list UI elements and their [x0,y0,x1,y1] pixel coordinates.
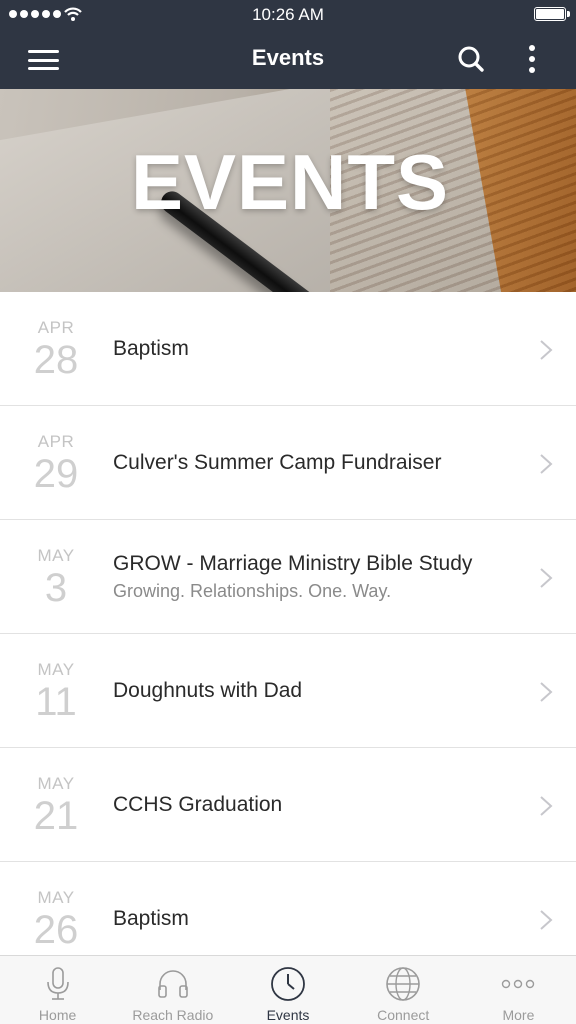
tab-label: Reach Radio [132,1007,214,1023]
tab-label: More [502,1007,535,1023]
chevron-right-icon [540,910,553,930]
more-options-icon[interactable] [520,43,544,75]
tab-label: Connect [377,1007,430,1023]
event-row[interactable]: MAY 11 Doughnuts with Dad [0,634,576,748]
event-month: APR [37,432,75,451]
event-date: APR 29 [14,432,98,494]
chevron-right-icon [540,682,553,702]
chevron-right-icon [540,568,553,588]
event-day: 21 [33,794,79,838]
event-month: MAY [37,888,75,907]
event-subtitle: Growing. Relationships. One. Way. [113,580,392,601]
tab-events[interactable]: Events [230,956,345,1024]
battery-icon [534,7,570,21]
tab-label: Home [38,1007,77,1023]
microphone-icon [46,967,69,1000]
chevron-right-icon [540,340,553,360]
event-row[interactable]: APR 28 Baptism [0,292,576,406]
navigation-bar: Events [0,30,576,89]
status-time: 10:26 AM [252,5,324,24]
event-title: Baptism [113,336,189,360]
event-row[interactable]: MAY 3 GROW - Marriage Ministry Bible Stu… [0,520,576,634]
event-row[interactable]: MAY 21 CCHS Graduation [0,748,576,862]
menu-button[interactable] [28,50,59,70]
event-day: 11 [35,680,77,724]
event-title: CCHS Graduation [113,792,283,816]
event-title: GROW - Marriage Ministry Bible Study [113,551,473,575]
globe-icon [386,967,421,1001]
event-date: MAY 21 [14,774,98,836]
status-bar: 10:26 AM [0,0,576,30]
event-month: MAY [37,774,75,793]
event-info: Doughnuts with Dad [113,634,516,747]
event-row[interactable]: APR 29 Culver's Summer Camp Fundraiser [0,406,576,520]
tab-connect[interactable]: Connect [346,956,461,1024]
tab-home[interactable]: Home [0,956,115,1024]
event-day: 28 [33,338,79,382]
event-date: APR 28 [14,318,98,380]
tab-reach-radio[interactable]: Reach Radio [115,956,230,1024]
event-info: GROW - Marriage Ministry Bible Study Gro… [113,520,516,633]
event-title: Doughnuts with Dad [113,678,303,702]
hero-title: EVENTS [130,138,450,226]
event-month: MAY [37,660,75,679]
event-title: Baptism [113,906,189,930]
search-icon[interactable] [456,44,486,74]
chevron-right-icon [540,454,553,474]
event-date: MAY 26 [14,888,98,950]
clock-icon [271,967,305,1001]
chevron-right-icon [540,796,553,816]
page-title: Events [251,45,325,70]
event-day: 26 [33,908,79,952]
headphones-icon [157,970,188,998]
event-month: MAY [37,546,75,565]
event-date: MAY 3 [14,546,98,608]
event-day: 29 [33,452,79,496]
top-bar: 10:26 AM Events [0,0,576,89]
more-dots-icon [502,979,535,989]
hero-banner: EVENTS [0,89,576,292]
tab-bar: Home Reach Radio Events Connect More [0,955,576,1024]
event-title: Culver's Summer Camp Fundraiser [113,450,442,474]
event-date: MAY 11 [14,660,98,722]
event-info: CCHS Graduation [113,748,516,861]
tab-label: Events [266,1007,310,1023]
event-info: Culver's Summer Camp Fundraiser [113,406,516,519]
tab-more[interactable]: More [461,956,576,1024]
event-info: Baptism [113,292,516,405]
event-month: APR [37,318,75,337]
event-day: 3 [44,566,68,610]
event-list: APR 28 Baptism APR 29 Culver's Summer Ca… [0,292,576,976]
